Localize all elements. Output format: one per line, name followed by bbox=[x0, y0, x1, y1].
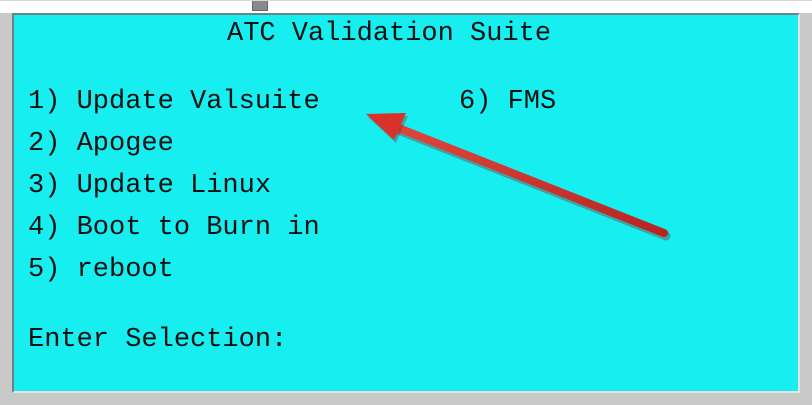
top-edge-strip bbox=[0, 1, 812, 13]
top-edge-button-icon bbox=[252, 1, 268, 11]
menu-option-update-linux[interactable]: 3) Update Linux bbox=[28, 173, 271, 200]
terminal-window-frame: ATC Validation Suite 1) Update Valsuite … bbox=[0, 0, 812, 405]
selection-prompt[interactable]: Enter Selection: bbox=[28, 327, 287, 354]
menu-option-reboot[interactable]: 5) reboot bbox=[28, 257, 174, 284]
menu-option-update-valsuite[interactable]: 1) Update Valsuite bbox=[28, 89, 320, 116]
menu-title: ATC Validation Suite bbox=[227, 19, 552, 49]
menu-option-apogee[interactable]: 2) Apogee bbox=[28, 131, 174, 158]
menu-option-fms[interactable]: 6) FMS bbox=[459, 89, 556, 116]
menu-option-boot-to-burn-in[interactable]: 4) Boot to Burn in bbox=[28, 215, 320, 242]
terminal-screen: ATC Validation Suite 1) Update Valsuite … bbox=[12, 13, 800, 393]
